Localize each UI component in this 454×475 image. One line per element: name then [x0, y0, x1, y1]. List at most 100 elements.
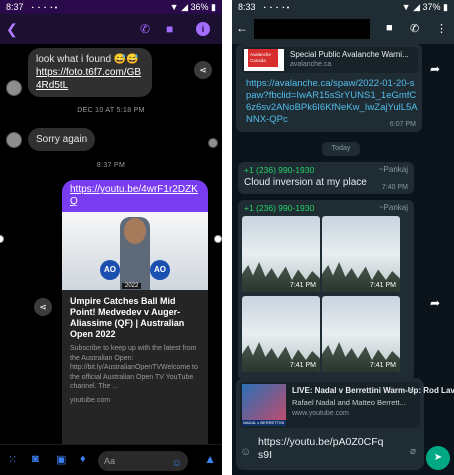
message-text: look what i found 😅😅	[36, 54, 139, 65]
message-bubble[interactable]: Avalanche Canada Special Public Avalanch…	[236, 44, 422, 132]
image-icon[interactable]: ▣	[56, 453, 66, 466]
sender-phone[interactable]: +1 (236) 990-1930	[244, 203, 314, 213]
video-call-icon[interactable]: ■	[386, 22, 393, 34]
status-time: 8:33	[238, 2, 256, 12]
preview-domain: avalanche.ca	[290, 61, 332, 68]
phone-icon[interactable]: ✆	[410, 22, 419, 35]
whatsapp-pane: 8:33 ◔ ◔ ◔ ◔ • ▼ ◢ 37% ▮ ← ■ ✆ ⋮ Avalanc…	[232, 0, 454, 475]
more-options-icon[interactable]: ⋮	[436, 22, 447, 35]
signal-icon: ◢	[413, 2, 420, 12]
close-icon[interactable]: ✕	[407, 385, 415, 396]
message-bubble[interactable]: look what i found 😅😅 https://foto.t6f7.c…	[28, 48, 152, 97]
battery-icon: ▮	[211, 2, 216, 12]
video-thumbnail: NADAL v BERRETTINI	[242, 384, 286, 426]
sender-name: ~Pankaj	[378, 165, 408, 174]
microphone-icon[interactable]: ♦	[80, 453, 86, 465]
emoji-icon[interactable]: ☺	[240, 446, 251, 458]
signal-icon: ◢	[181, 2, 188, 12]
quote-subtitle: Rafael Nadal and Matteo Berrett...	[292, 398, 406, 407]
status-right: ▼ ◢ 36% ▮	[170, 0, 216, 14]
back-arrow-icon[interactable]: ←	[236, 21, 248, 35]
logo-badge: Avalanche Canada	[248, 49, 278, 67]
message-input[interactable]: Aa ☺	[98, 451, 188, 471]
back-arrow-icon[interactable]: ❮	[6, 21, 18, 38]
video-thumbnail[interactable]: AO AO 2022	[62, 212, 208, 290]
card-link-bar: https://youtu.be/4wrF1r2DZKQ	[62, 180, 208, 212]
battery-level: 37%	[422, 2, 441, 12]
chat-header: ← ■ ✆ ⋮	[232, 14, 454, 44]
notification-icons: ◔ ◔ ◔ ◔ •	[262, 5, 290, 12]
forward-icon[interactable]: ➦	[426, 294, 444, 312]
video-call-icon[interactable]: ■	[166, 22, 173, 36]
share-icon[interactable]: ⋖	[194, 61, 212, 79]
photo-time: 7:41 PM	[289, 362, 316, 369]
attach-icon[interactable]: ⌀	[410, 446, 416, 457]
phone-icon[interactable]: ✆	[140, 22, 150, 36]
status-right: ▼ ◢ 37% ▮	[402, 0, 448, 14]
redacted-contact-name	[254, 19, 370, 39]
photo[interactable]: 7:41 PM	[322, 216, 400, 292]
card-domain: youtube.com	[70, 396, 111, 404]
battery-icon: ▮	[443, 2, 448, 12]
message-input[interactable]: https://youtu.be/pA0Z0CFqs9I	[258, 436, 388, 462]
wifi-icon: ▼	[169, 2, 179, 12]
message-bubble[interactable]: Sorry again	[28, 128, 96, 151]
status-time: 8:37	[6, 2, 24, 12]
quoted-link-preview[interactable]: NADAL v BERRETTINI LIVE: Nadal v Berrett…	[240, 382, 454, 428]
status-bar: 8:33 ◔ ◔ ◔ ◔ • ▼ ◢ 37% ▮	[232, 0, 454, 14]
sender-phone[interactable]: +1 (236) 990-1930	[244, 165, 314, 175]
timestamp: DEC 10 AT 5:18 PM	[77, 107, 145, 114]
photo[interactable]: 7:41 PM	[322, 296, 400, 372]
photo[interactable]: 7:41 PM	[242, 216, 320, 292]
link-preview-card[interactable]: https://youtu.be/4wrF1r2DZKQ AO AO 2022 …	[62, 180, 208, 472]
thumbs-up-icon[interactable]: ▲	[204, 452, 216, 466]
messenger-pane: 8:37 ◔ ◔ ◔ ◔ • ▼ ◢ 36% ▮ ❮ ✆ ■ i look wh…	[0, 0, 222, 475]
message-bubble[interactable]: +1 (236) 990-1930 ~Pankaj 7:41 PM 7:41 P…	[238, 200, 414, 380]
info-icon[interactable]: i	[196, 22, 210, 36]
date-chip: Today	[322, 142, 360, 156]
message-link[interactable]: https://avalanche.ca/spaw/2022-01-20-spa…	[246, 78, 418, 126]
card-link[interactable]: https://youtu.be/4wrF1r2DZKQ	[70, 184, 200, 208]
avatar	[6, 80, 22, 96]
read-receipt-avatar	[208, 138, 218, 148]
composer-bar: ⁙ ◙ ▣ ♦ Aa ☺ ▲	[0, 444, 222, 475]
chat-header: ❮ ✆ ■ i	[0, 14, 222, 44]
avalanche-canada-logo: Avalanche Canada	[244, 49, 284, 71]
avatar	[6, 132, 22, 148]
message-list[interactable]: look what i found 😅😅 https://foto.t6f7.c…	[0, 44, 222, 472]
battery-level: 36%	[190, 2, 209, 12]
ao-microphone-icon: AO	[100, 260, 120, 280]
link-preview[interactable]: Avalanche Canada Special Public Avalanch…	[242, 47, 418, 73]
message-time: 7:40 PM	[381, 184, 408, 191]
selection-handle[interactable]	[214, 235, 222, 243]
message-time: 6:07 PM	[389, 121, 416, 128]
timestamp: 8:37 PM	[96, 162, 126, 169]
emoji-icon[interactable]: ☺	[172, 454, 182, 474]
thumbnail-face	[124, 218, 146, 244]
preview-title: Special Public Avalanche Warni...	[290, 50, 409, 59]
photo-time: 7:41 PM	[369, 362, 396, 369]
composer: NADAL v BERRETTINI LIVE: Nadal v Berrett…	[236, 378, 454, 470]
message-text: Cloud inversion at my place	[244, 177, 367, 188]
photo[interactable]: 7:41 PM	[242, 296, 320, 372]
card-title: Umpire Catches Ball Mid Point! Medvedev …	[70, 296, 185, 339]
photo-time: 7:41 PM	[289, 282, 316, 289]
message-link[interactable]: https://foto.t6f7.com/GB4Rd5tL	[36, 66, 144, 92]
quote-title: LIVE: Nadal v Berrettini Warm-Up: Rod La…	[292, 386, 454, 395]
forward-icon[interactable]: ➦	[426, 60, 444, 78]
menu-grid-icon[interactable]: ⁙	[8, 453, 17, 466]
thumbnail-tag: NADAL v BERRETTINI	[242, 420, 286, 426]
share-icon[interactable]: ⋖	[34, 298, 52, 316]
year-badge: 2022	[122, 283, 142, 289]
photo-time: 7:41 PM	[369, 282, 396, 289]
status-bar: 8:37 ◔ ◔ ◔ ◔ • ▼ ◢ 36% ▮	[0, 0, 222, 14]
send-button[interactable]: ➤	[426, 446, 450, 470]
wifi-icon: ▼	[401, 2, 411, 12]
card-description: Subscribe to keep up with the latest fro…	[70, 345, 198, 390]
camera-icon[interactable]: ◙	[32, 453, 39, 465]
ao-microphone-icon: AO	[150, 260, 170, 280]
notification-icons: ◔ ◔ ◔ ◔ •	[30, 5, 58, 12]
quote-domain: www.youtube.com	[292, 410, 349, 417]
message-bubble[interactable]: +1 (236) 990-1930 ~Pankaj Cloud inversio…	[238, 162, 414, 194]
sender-name: ~Pankaj	[378, 203, 408, 212]
